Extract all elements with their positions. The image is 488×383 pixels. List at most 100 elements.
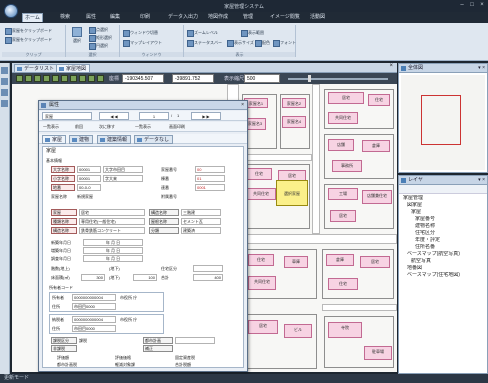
tree-item[interactable]: 住宅区分 <box>401 230 485 237</box>
zoom-out-tool-icon[interactable] <box>34 75 41 82</box>
tree-item[interactable]: 地番図 <box>401 265 485 272</box>
tool-icon[interactable] <box>1 89 8 96</box>
building[interactable]: 居宅 <box>330 210 356 222</box>
building[interactable]: 店舗 <box>328 139 354 151</box>
building[interactable]: 居宅 <box>248 320 278 334</box>
clip-button[interactable]: 家屋をクリップボード <box>4 27 52 35</box>
field-value[interactable]: 0001 <box>195 184 225 191</box>
tool-icon[interactable] <box>1 67 8 74</box>
zoom-slider-thumb[interactable] <box>308 75 311 82</box>
housing-type-select[interactable] <box>193 265 223 272</box>
font-button[interactable]: フォント <box>272 39 296 47</box>
app-menu-button[interactable] <box>4 4 18 18</box>
clip-button-2[interactable]: 家屋をクリップボード <box>4 36 52 44</box>
building[interactable]: 倉庫 <box>326 254 354 266</box>
building[interactable]: 倉庫 <box>362 140 390 152</box>
window-switch-button[interactable]: ウィンドウ切替 <box>122 29 158 37</box>
layer-select[interactable]: 家屋 <box>42 112 92 120</box>
building[interactable]: 居宅 <box>328 92 364 104</box>
taxpayer-address[interactable]: 市田目0000 <box>72 325 116 332</box>
zoom-level-button[interactable]: ズームレベル <box>186 29 218 37</box>
building[interactable]: ビル <box>284 324 312 338</box>
tab-search[interactable]: 検索 <box>60 13 70 22</box>
overview-map[interactable] <box>401 75 485 170</box>
display-range-button[interactable]: 表示範囲 <box>240 29 264 37</box>
tree-item[interactable]: 航空写真 <box>401 258 485 265</box>
building[interactable]: 住宅 <box>368 94 390 106</box>
tab-no-data[interactable]: データなし <box>134 135 174 144</box>
select-button[interactable]: 選択 <box>69 27 85 47</box>
info-icon[interactable] <box>88 75 95 82</box>
selected-building[interactable]: 選択家屋 <box>276 180 308 206</box>
record-prev-button[interactable]: ◀ ◀ <box>99 112 129 120</box>
tree-item[interactable]: 図家屋 <box>401 202 485 209</box>
field-code[interactable]: 00001 <box>77 166 101 173</box>
date-field[interactable]: 年 月 日 <box>83 255 143 262</box>
building[interactable]: 共同住宅 <box>246 188 276 200</box>
field-value[interactable] <box>175 337 215 344</box>
coord-y-field[interactable]: -39891.752 <box>172 74 214 83</box>
building[interactable]: 住宅 <box>246 168 272 180</box>
area-field[interactable]: 300 <box>81 274 105 281</box>
rect-select-button[interactable]: 矩形選択 <box>88 34 112 42</box>
field-value[interactable]: 三階建 <box>181 209 221 216</box>
tab-house-map[interactable]: 家屋地図 <box>56 64 91 73</box>
taxpayer-code[interactable]: 0000000000004 <box>72 316 116 323</box>
building[interactable]: 店舗兼住宅 <box>362 190 392 204</box>
building[interactable]: 住宅 <box>248 254 274 266</box>
tree-item[interactable]: 家屋番号 <box>401 216 485 223</box>
building[interactable]: 家屋名4 <box>282 116 306 128</box>
close-tab-icon[interactable]: × <box>389 63 393 69</box>
tab-home[interactable]: ホーム <box>22 13 43 22</box>
tree-item[interactable]: ベースマップ(航空写真) <box>401 251 485 258</box>
field-code[interactable]: 00-0-0 <box>77 184 101 191</box>
building[interactable]: 事務所 <box>332 160 362 172</box>
tree-item[interactable]: 家屋 <box>401 209 485 216</box>
measure-icon[interactable] <box>70 75 77 82</box>
building[interactable]: 居宅 <box>360 256 390 268</box>
display-size-button[interactable]: 表示サイズ <box>226 39 254 47</box>
date-field[interactable]: 年 月 日 <box>83 247 143 254</box>
close-button[interactable]: × <box>478 2 486 9</box>
panel-close-icon[interactable]: ▾ × <box>478 64 485 73</box>
color-button[interactable]: 配色 <box>254 39 270 47</box>
tab-image[interactable]: イメージ閲覧 <box>270 13 300 22</box>
tab-edit[interactable]: 編集 <box>110 13 120 22</box>
area-field[interactable]: 100 <box>133 274 157 281</box>
building[interactable]: 車庫 <box>284 256 308 268</box>
field-value[interactable]: 鉄骨鉄筋コンクリート <box>79 227 145 234</box>
tab-data-io[interactable]: データ入出力 <box>168 13 198 22</box>
list-view-button[interactable]: 一覧表示 <box>43 123 59 130</box>
building[interactable]: 工場 <box>328 188 358 200</box>
tab-print[interactable]: 印刷 <box>140 13 150 22</box>
field-value[interactable]: 大字市田目 <box>103 166 143 173</box>
building[interactable]: 駐車場 <box>364 346 392 360</box>
tab-map-create[interactable]: 地図作成 <box>208 13 228 22</box>
tab-construction[interactable]: 建築情報 <box>97 135 132 144</box>
area-total-field[interactable]: 400 <box>193 274 223 281</box>
building[interactable]: 住宅 <box>328 278 358 290</box>
field-value[interactable]: 居宅 <box>79 209 145 216</box>
tool-icon[interactable] <box>1 100 8 107</box>
tree-item[interactable]: 建物名称 <box>401 223 485 230</box>
dialog-close-button[interactable]: × <box>241 101 244 110</box>
move-button[interactable]: 次に移す <box>99 123 115 130</box>
field-value[interactable]: 00 <box>195 166 225 173</box>
overview-extent[interactable] <box>421 95 461 145</box>
tab-manage[interactable]: 管理 <box>243 13 253 22</box>
zoom-slider[interactable] <box>288 78 388 80</box>
prev-view-icon[interactable] <box>52 75 59 82</box>
field-value[interactable]: 専用住宅(一般住宅) <box>79 218 145 225</box>
tab-house[interactable]: 家屋 <box>42 135 67 144</box>
building[interactable]: 共同住宅 <box>328 112 358 124</box>
field-code[interactable]: 00001 <box>77 175 101 182</box>
tree-item[interactable]: 家屋管理 <box>401 195 485 202</box>
record-next-button[interactable]: ▶ ▶ <box>191 112 221 120</box>
statusbar-button[interactable]: ステータスバー <box>186 39 222 47</box>
field-value[interactable]: セメント瓦 <box>181 218 221 225</box>
panel-close-icon[interactable]: ▾ × <box>478 176 485 185</box>
owner-code[interactable]: 0000000000004 <box>72 294 116 301</box>
building[interactable]: 寺院 <box>328 322 362 338</box>
building[interactable]: 共同住宅 <box>248 276 276 290</box>
coord-x-field[interactable]: -190345.507 <box>122 74 164 83</box>
